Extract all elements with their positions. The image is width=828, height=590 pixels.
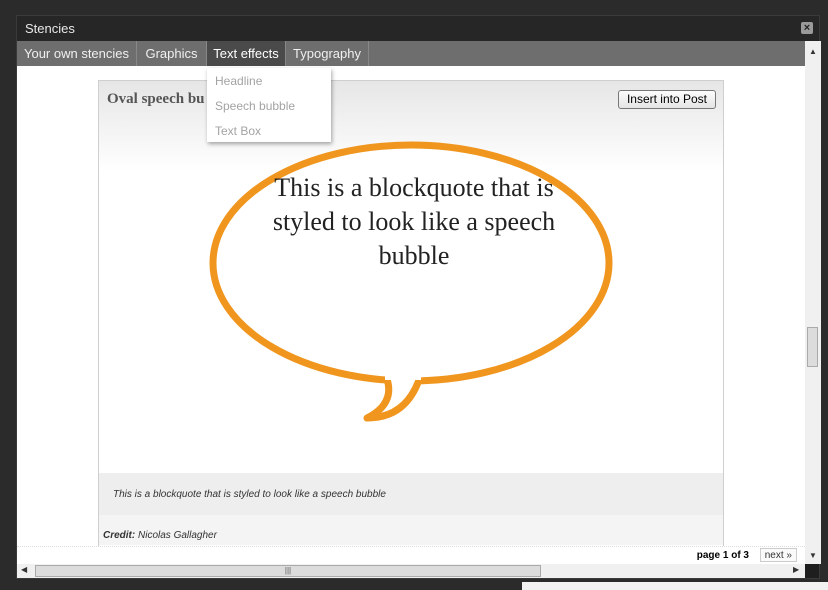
text-effects-dropdown: Headline Speech bubble Text Box [207, 68, 331, 142]
scroll-down-icon[interactable]: ▼ [809, 551, 817, 560]
bubble-tail [363, 377, 423, 422]
stencil-preview: Oval speech buer Insert into Post This i… [98, 80, 724, 564]
next-page-button[interactable]: next » [759, 548, 797, 562]
vertical-scroll-thumb[interactable] [807, 327, 818, 367]
credit-bar: Credit: Nicolas Gallagher [99, 515, 723, 545]
tab-text-effects[interactable]: Text effects [207, 41, 286, 66]
credit-name: Nicolas Gallagher [138, 530, 217, 541]
dropdown-item-speech-bubble[interactable]: Speech bubble [215, 99, 295, 113]
dropdown-item-headline[interactable]: Headline [215, 74, 262, 88]
caption-bar: This is a blockquote that is styled to l… [99, 473, 723, 515]
window-title: Stencies [25, 21, 75, 36]
scroll-right-icon[interactable]: ▶ [793, 565, 799, 574]
tab-graphics[interactable]: Graphics [137, 41, 207, 66]
tab-your-own-stencies[interactable]: Your own stencies [17, 41, 137, 66]
page-indicator: page 1 of 3 [696, 550, 749, 561]
stencil-caption: This is a blockquote that is styled to l… [113, 489, 386, 500]
tab-bar: Your own stencies Graphics Text effects … [17, 41, 805, 66]
close-icon[interactable]: × [801, 22, 813, 34]
stencils-window: Stencies × Your own stencies Graphics Te… [16, 15, 821, 579]
scroll-left-icon[interactable]: ◀ [21, 565, 27, 574]
title-bar: Stencies × [17, 16, 819, 41]
background-window-strip [522, 582, 828, 590]
dropdown-item-text-box[interactable]: Text Box [215, 124, 261, 138]
bubble-tail-gap [385, 372, 421, 380]
content-area: Oval speech buer Insert into Post This i… [17, 66, 805, 564]
bubble-text: This is a blockquote that is styled to l… [272, 173, 556, 270]
stencil-credit: Credit: Nicolas Gallagher [103, 530, 217, 541]
stencil-title-start: Oval speech bu [107, 91, 205, 107]
tab-typography[interactable]: Typography [286, 41, 369, 66]
pager: page 1 of 3 next » [17, 546, 805, 564]
horizontal-scrollbar[interactable]: ◀ ||| ▶ [17, 564, 805, 578]
scroll-up-icon[interactable]: ▲ [809, 47, 817, 56]
insert-into-post-button[interactable]: Insert into Post [617, 90, 716, 109]
vertical-scrollbar[interactable]: ▲ ▼ [805, 41, 821, 564]
credit-label: Credit: [103, 530, 136, 541]
horizontal-scroll-thumb[interactable]: ||| [35, 565, 541, 577]
